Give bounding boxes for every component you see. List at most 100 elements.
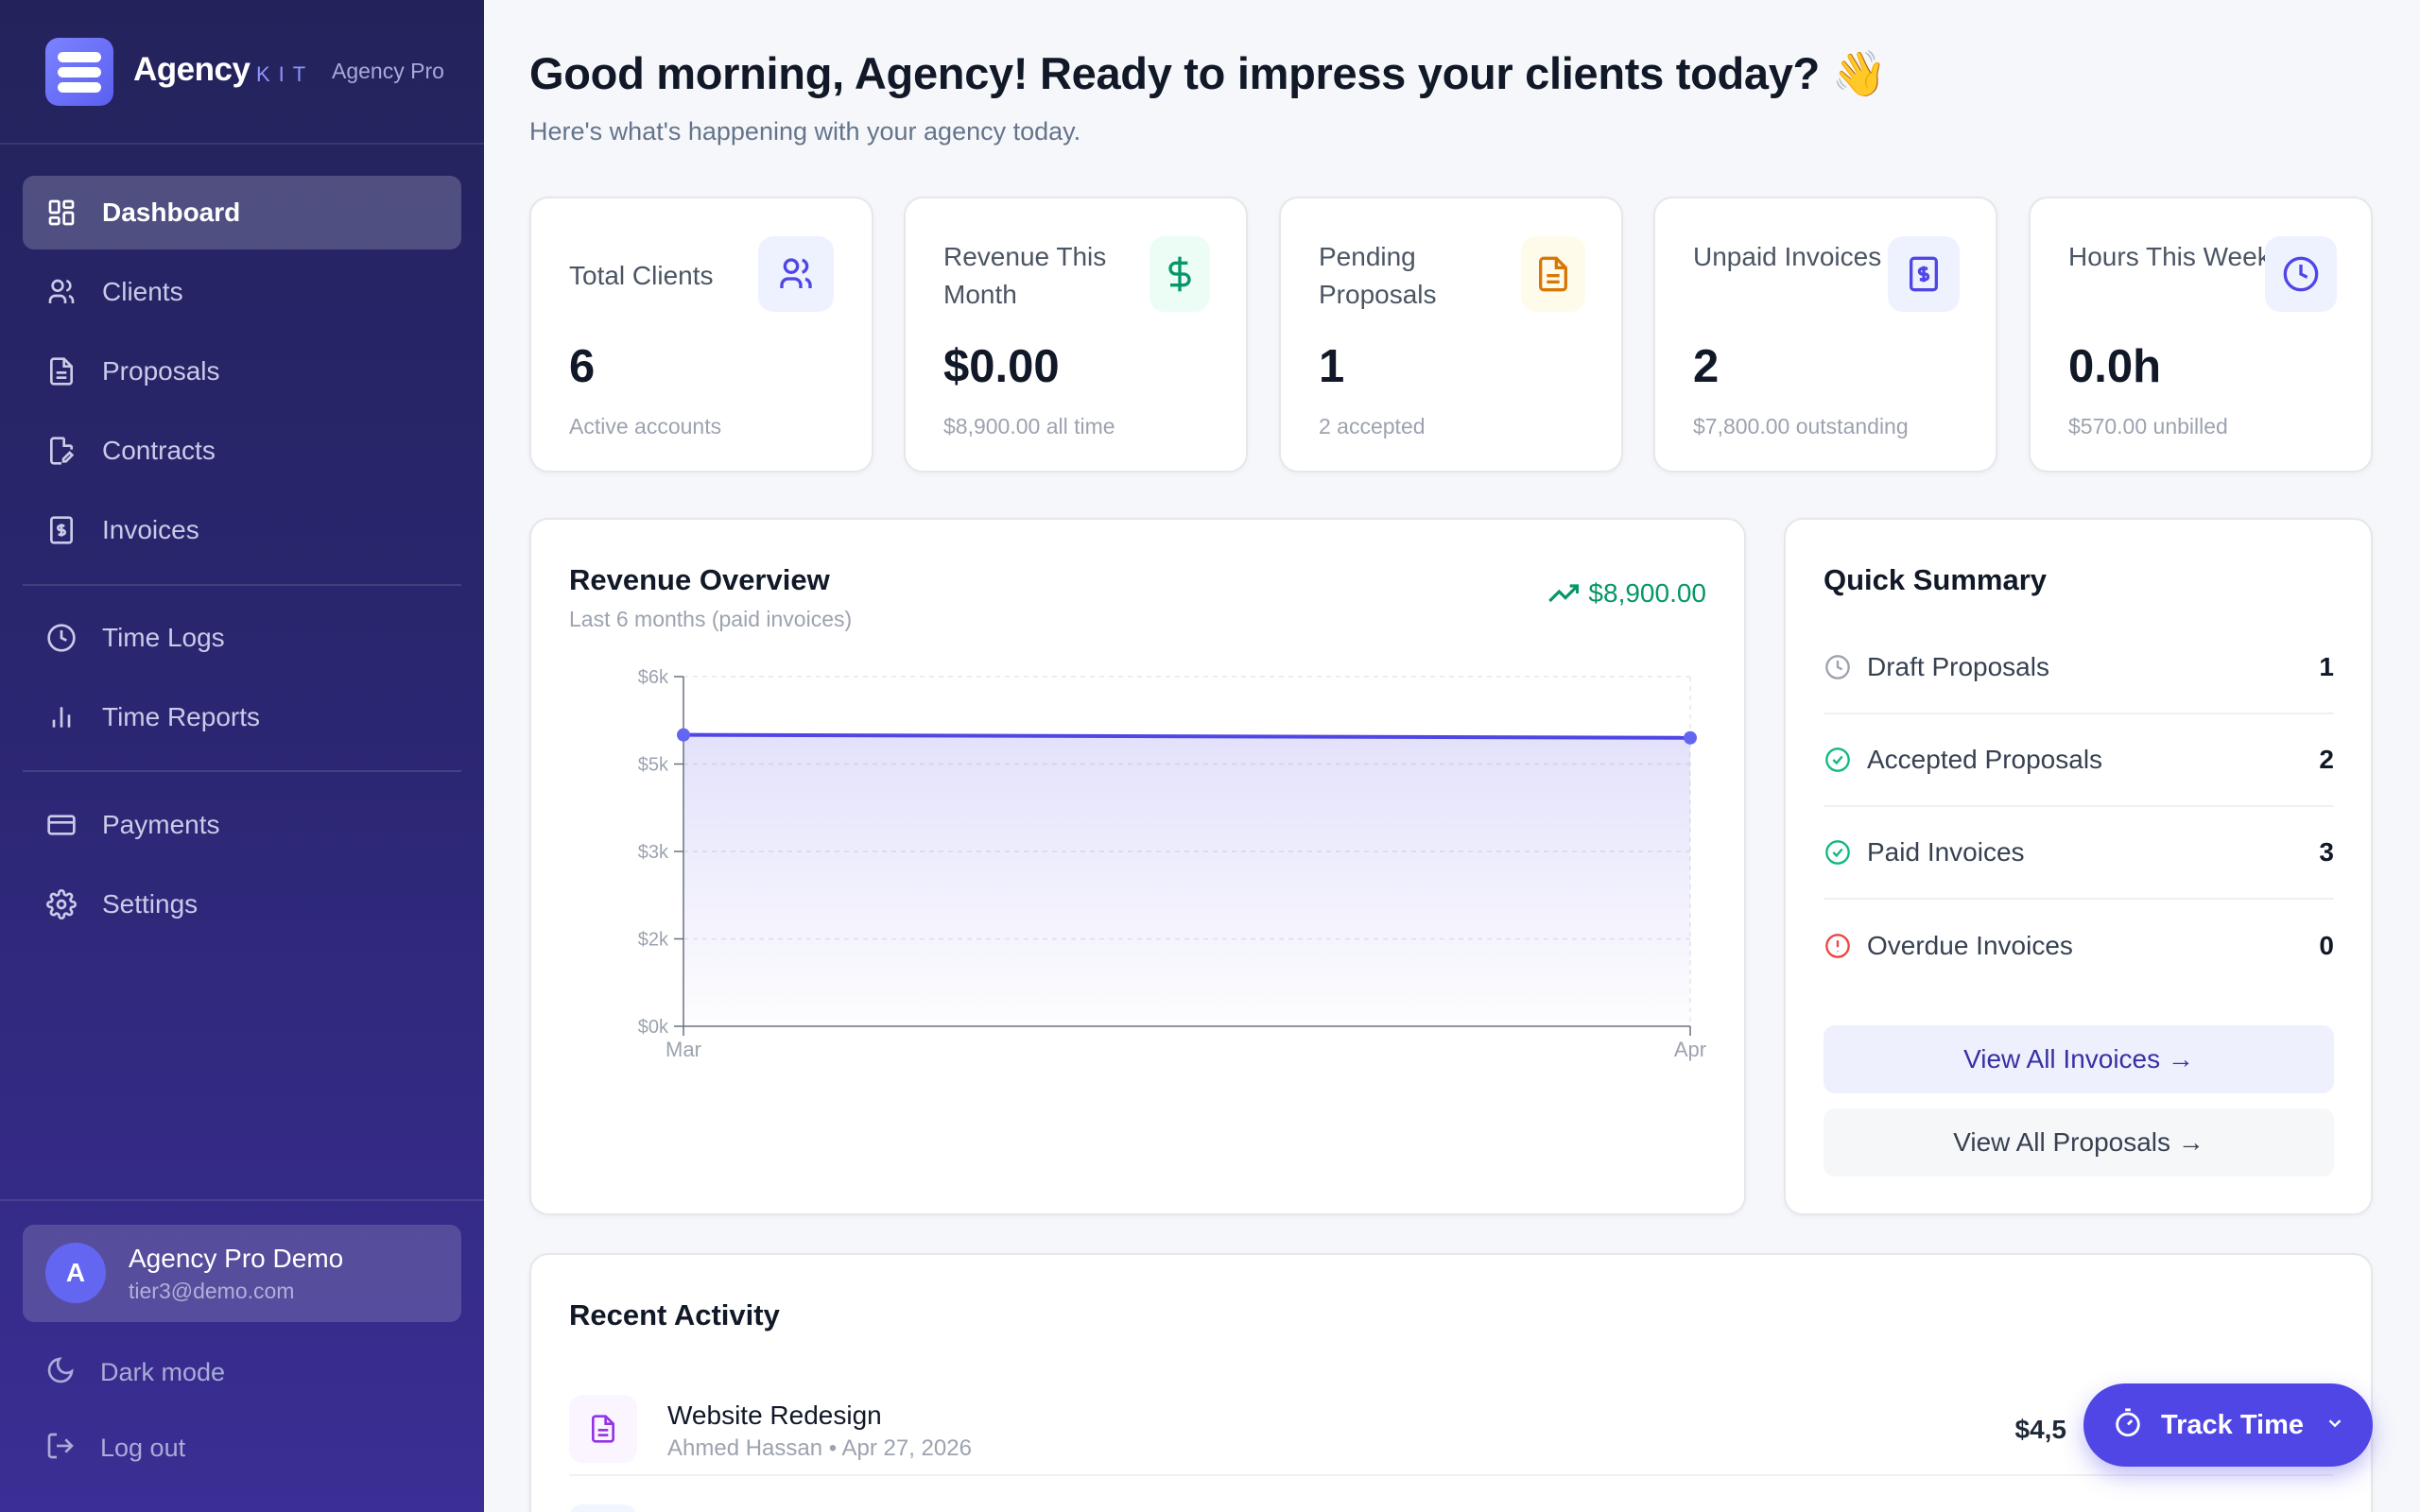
summary-row-paid-invoices[interactable]: Paid Invoices 3 [1824,807,2334,900]
brand-name: Agency [133,51,251,88]
stat-card-revenue[interactable]: Revenue This Month $0.00 $8,900.00 all t… [904,197,1248,472]
nav-item-proposals[interactable]: Proposals [23,335,461,408]
brand: Agency KIT Agency Pro [0,0,484,145]
y-tick-label: $2k [638,930,669,951]
stat-title: Hours This Week [2068,242,2271,271]
summary-row-overdue-invoices[interactable]: Overdue Invoices 0 [1824,900,2334,992]
stat-value: 2 [1693,341,1720,392]
invoice-icon [1888,236,1960,312]
summary-row-accepted-proposals[interactable]: Accepted Proposals 2 [1824,714,2334,807]
track-time-label: Track Time [2161,1409,2305,1440]
summary-count: 0 [2319,931,2334,960]
stat-title: Revenue This Month [943,242,1107,309]
user-name: Agency Pro Demo [129,1244,344,1273]
nav-item-contracts[interactable]: Contracts [23,414,461,488]
alert-circle-icon [1824,932,1852,960]
summary-label: Draft Proposals [1867,652,2049,681]
contract-icon [45,435,78,467]
moon-icon [45,1355,76,1390]
document-icon [45,355,78,387]
nav-item-time-reports[interactable]: Time Reports [23,680,461,754]
x-tick-label: Mar [666,1038,701,1061]
revenue-overview-card: Revenue Overview Last 6 months (paid inv… [529,518,1746,1215]
dark-mode-label: Dark mode [100,1357,226,1386]
nav-divider [23,770,461,772]
activity-title-text: Website Redesign [667,1400,882,1430]
logout-button[interactable]: Log out [45,1424,185,1471]
y-tick-label: $0k [638,1017,669,1038]
nav-label: Payments [102,810,220,839]
recent-activity-card: Recent Activity Website Redesign Ahmed H… [529,1253,2373,1512]
view-all-invoices-button[interactable]: View All Invoices → [1824,1025,2334,1093]
nav-label: Time Logs [102,623,225,652]
nav-item-invoices[interactable]: Invoices [23,493,461,567]
stat-card-total-clients[interactable]: Total Clients 6 Active accounts [529,197,873,472]
user-profile-card[interactable]: A Agency Pro Demo tier3@demo.com [23,1225,461,1322]
summary-count: 2 [2319,745,2334,774]
nav-divider [23,584,461,586]
activity-title: Recent Activity [569,1298,780,1332]
stat-card-unpaid-invoices[interactable]: Unpaid Invoices 2 $7,800.00 outstanding [1653,197,1997,472]
stat-card-hours[interactable]: Hours This Week 0.0h $570.00 unbilled [2029,197,2373,472]
x-tick-label: Apr [1674,1038,1706,1061]
y-tick-label: $6k [638,667,669,688]
stat-title: Unpaid Invoices [1693,242,1882,271]
summary-label: Overdue Invoices [1867,931,2073,960]
track-time-button[interactable]: Track Time [2083,1383,2373,1467]
quick-summary-card: Quick Summary Draft Proposals 1 Accepted… [1784,518,2373,1215]
nav-label: Proposals [102,356,220,386]
stopwatch-icon [2112,1407,2144,1444]
logout-icon [45,1431,76,1466]
stat-subtext: $570.00 unbilled [2068,414,2228,438]
nav-item-payments[interactable]: Payments [23,788,461,862]
nav-label: Settings [102,889,199,919]
users-icon [45,276,78,308]
activity-amount: $4,5 [2014,1415,2067,1444]
brand-kit: KIT [256,62,315,86]
page-title: Good morning, Agency! Ready to impress y… [529,48,1887,98]
dollar-icon [1150,236,1210,312]
check-circle-icon [1824,838,1852,867]
gear-icon [45,888,78,920]
stat-value: 1 [1319,341,1345,392]
check-circle-icon [1824,746,1852,774]
data-point [677,728,690,742]
nav-item-settings[interactable]: Settings [23,868,461,941]
stat-title: Total Clients [569,261,714,290]
summary-count: 1 [2319,652,2334,681]
user-email: tier3@demo.com [129,1279,295,1303]
nav-label: Contracts [102,436,216,465]
stat-subtext: $7,800.00 outstanding [1693,414,1909,438]
stat-value: $0.00 [943,341,1060,392]
revenue-chart: $0k $2k $3k $5k $6k Mar Apr [638,667,1706,1061]
nav-item-time-logs[interactable]: Time Logs [23,601,461,675]
summary-label: Accepted Proposals [1867,745,2103,774]
chevron-down-icon [2325,1413,2345,1438]
agency-logo-icon[interactable] [45,38,113,106]
bar-chart-icon [45,701,78,733]
stat-subtext: $8,900.00 all time [943,414,1115,438]
summary-row-draft-proposals[interactable]: Draft Proposals 1 [1824,622,2334,714]
stat-value: 6 [569,341,596,392]
view-all-proposals-button[interactable]: View All Proposals → [1824,1108,2334,1177]
dark-mode-toggle[interactable]: Dark mode [45,1349,225,1396]
stat-card-pending-proposals[interactable]: Pending Proposals 1 2 accepted [1279,197,1623,472]
clock-icon [2265,236,2337,312]
document-icon [1521,236,1585,312]
document-icon [569,1395,637,1463]
y-tick-label: $5k [638,755,669,776]
nav-label: Time Reports [102,702,261,731]
logout-label: Log out [100,1433,186,1462]
brand-tier: Agency Pro [332,59,444,83]
activity-item[interactable]: Website Redesign Ahmed Hassan • Apr 27, … [569,1382,2333,1476]
nav-label: Clients [102,277,183,306]
users-icon [758,236,834,312]
nav-item-clients[interactable]: Clients [23,255,461,329]
stat-title: Pending Proposals [1319,242,1437,309]
clock-icon [1824,653,1852,681]
stat-value: 0.0h [2068,341,2162,392]
nav-item-dashboard[interactable]: Dashboard [23,176,461,249]
summary-label: Paid Invoices [1867,837,2025,867]
invoice-icon [45,514,78,546]
nav-label: Invoices [102,515,199,544]
